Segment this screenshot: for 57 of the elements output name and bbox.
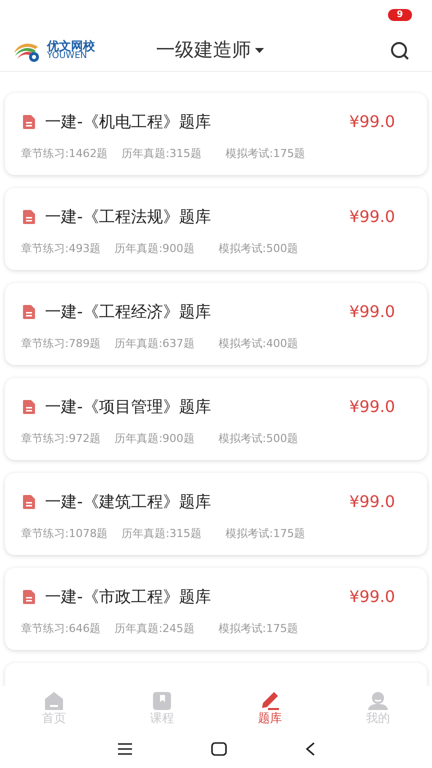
book-icon [151, 691, 173, 711]
bank-title: 一建-《工程法规》题库 [45, 206, 211, 228]
search-button[interactable] [390, 40, 410, 60]
search-icon [390, 40, 410, 60]
nav-tab[interactable]: 题库 [216, 686, 324, 730]
question-count: 历年真题:900题 [114, 241, 194, 257]
notification-badge: 9 [388, 9, 412, 21]
document-icon [21, 399, 37, 415]
bank-title: 一建-《工程经济》题库 [45, 301, 211, 323]
question-count: 章节练习:1462题 [21, 146, 108, 162]
question-bank-card[interactable]: 一建-《机电工程》题库 ¥99.0 章节练习:1462题 历年真题:315题 模拟考试:175题 [5, 93, 427, 175]
question-bank-card[interactable]: 一建-《项目管理》题库 ¥99.0 章节练习:972题 历年真题:900题 模拟考试:500题 [5, 378, 427, 460]
caret-icon [255, 48, 264, 53]
question-count: 历年真题:900题 [114, 431, 194, 447]
question-bank-card[interactable]: 一建-《市政工程》题库 ¥99.0 章节练习:646题 历年真题:245题 模拟考试:175题 [5, 568, 427, 650]
question-count: 模拟考试:175题 [225, 146, 306, 162]
house-icon [43, 691, 65, 711]
user-icon [367, 691, 389, 711]
price: ¥99.0 [349, 586, 395, 608]
question-count: 模拟考试:400题 [218, 336, 298, 352]
logo-name: 优文网校 [47, 40, 95, 52]
menu-icon[interactable] [117, 743, 133, 755]
home-button-icon[interactable] [211, 742, 227, 756]
question-count: 历年真题:245题 [114, 621, 194, 637]
document-icon [21, 114, 37, 130]
price: ¥99.0 [349, 111, 395, 133]
question-count: 历年真题:637题 [114, 336, 194, 352]
price: ¥99.0 [349, 206, 395, 228]
price: ¥99.0 [349, 491, 395, 513]
price: ¥99.0 [349, 396, 395, 418]
bank-title: 一建-《机电工程》题库 [45, 111, 211, 133]
pencil-icon [259, 691, 281, 711]
question-count: 模拟考试:500题 [218, 241, 298, 257]
document-icon [21, 589, 37, 605]
price: ¥99.0 [349, 301, 395, 323]
question-bank-card[interactable]: 一建-《工程法规》题库 ¥99.0 章节练习:493题 历年真题:900题 模拟考试:500题 [5, 188, 427, 270]
question-count: 模拟考试:175题 [218, 621, 298, 637]
document-icon [21, 209, 37, 225]
bank-title: 一建-《市政工程》题库 [45, 586, 211, 608]
bank-title: 一建-《建筑工程》题库 [45, 491, 211, 513]
question-bank-card[interactable]: 一建-《建筑工程》题库 ¥99.0 章节练习:1078题 历年真题:315题 模拟考试:175题 [5, 473, 427, 555]
back-icon[interactable] [305, 742, 315, 756]
document-icon [21, 304, 37, 320]
logo-subtitle: YOUWEN [47, 52, 87, 61]
question-count: 章节练习:972题 [21, 431, 101, 447]
question-count: 章节练习:646题 [21, 621, 101, 637]
question-count: 章节练习:493题 [21, 241, 101, 257]
bank-title: 一建-《项目管理》题库 [45, 396, 211, 418]
question-count: 模拟考试:500题 [218, 431, 298, 447]
question-count: 模拟考试:175题 [225, 526, 306, 542]
question-count: 历年真题:315题 [122, 146, 202, 162]
question-count: 章节练习:789题 [21, 336, 101, 352]
question-count: 历年真题:315题 [122, 526, 202, 542]
question-bank-card[interactable]: 一建-《工程经济》题库 ¥99.0 章节练习:789题 历年真题:637题 模拟考试:400题 [5, 283, 427, 365]
question-count: 章节练习:1078题 [21, 526, 108, 542]
document-icon [21, 494, 37, 510]
exam-selector[interactable]: 一级建造师 [156, 36, 264, 65]
